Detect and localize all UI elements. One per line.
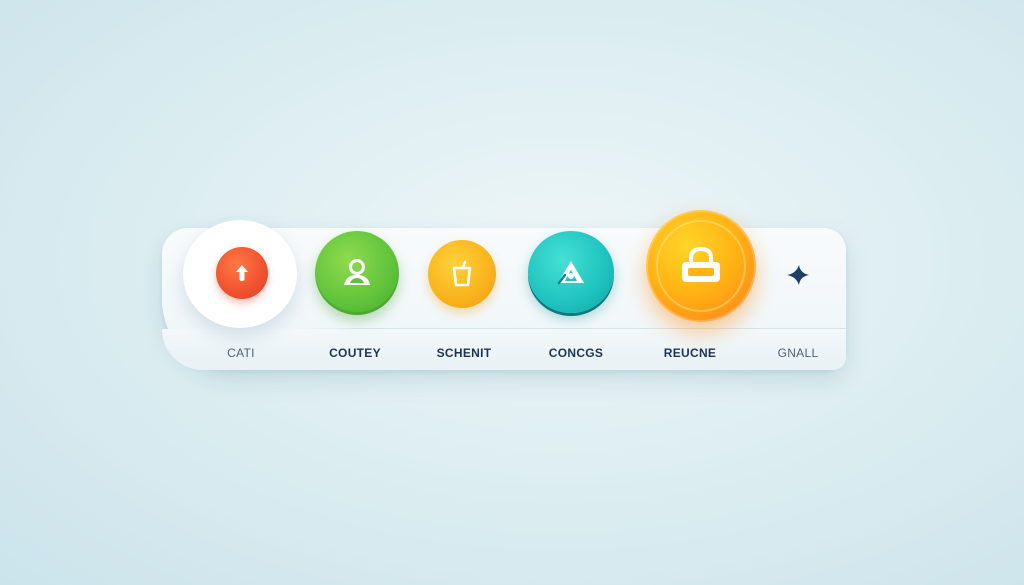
arrow-up-icon bbox=[231, 262, 253, 284]
dock-label-strip bbox=[162, 329, 846, 370]
triangle-icon bbox=[555, 258, 587, 286]
dock-label-reucne: REUCNE bbox=[663, 346, 717, 360]
dock-label-coutey: COUTEY bbox=[329, 346, 381, 360]
dock-item-concgs[interactable] bbox=[528, 231, 614, 313]
user-icon bbox=[339, 256, 375, 290]
dock-item-cati[interactable] bbox=[216, 247, 268, 299]
dock-label-cati: CATI bbox=[227, 346, 255, 360]
dock-label-gnall: GNALL bbox=[777, 346, 819, 360]
button-ring bbox=[656, 220, 746, 312]
dock-label-schenit: SCHENIT bbox=[436, 346, 492, 360]
dock-label-concgs: CONCGS bbox=[548, 346, 604, 360]
dock-item-gnall[interactable] bbox=[786, 264, 810, 286]
dock-item-reucne[interactable] bbox=[646, 210, 756, 322]
cup-icon bbox=[449, 260, 475, 288]
dock-item-schenit[interactable] bbox=[428, 240, 496, 308]
sparkle-icon bbox=[786, 265, 810, 290]
dock-item-coutey[interactable] bbox=[315, 231, 399, 315]
dock-divider bbox=[292, 328, 846, 329]
